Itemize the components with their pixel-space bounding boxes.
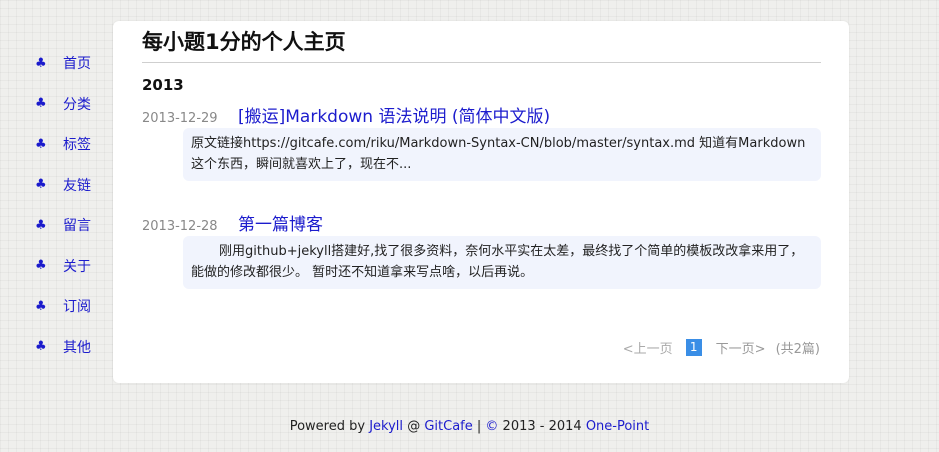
sidebar-item-label[interactable]: 关于 — [63, 256, 91, 276]
pager-next-link[interactable]: 下一页> — [716, 338, 766, 357]
club-icon: ♣ — [35, 96, 47, 112]
post-date: 2013-12-28 — [142, 219, 218, 234]
sidebar-item-home[interactable]: ♣ 首页 — [34, 43, 114, 84]
club-icon: ♣ — [35, 339, 47, 355]
post-excerpt: 原文链接https://gitcafe.com/riku/Markdown-Sy… — [183, 128, 821, 181]
footer-at: @ — [407, 419, 421, 434]
footer-separator: | — [476, 419, 482, 434]
pager-current-page[interactable]: 1 — [685, 339, 702, 356]
year-heading: 2013 — [142, 76, 184, 94]
club-icon: ♣ — [35, 177, 47, 193]
post-title-link[interactable]: 第一篇博客 — [238, 210, 323, 235]
footer: Powered by Jekyll @ GitCafe | © 2013 - 2… — [0, 419, 939, 434]
sidebar-item-label[interactable]: 首页 — [63, 53, 91, 73]
sidebar-item-label[interactable]: 友链 — [63, 175, 91, 195]
footer-jekyll-link[interactable]: Jekyll — [369, 419, 403, 434]
sidebar-item-tags[interactable]: ♣ 标签 — [34, 124, 114, 165]
post-header: 2013-12-29 [搬运]Markdown 语法说明 (简体中文版) — [142, 102, 821, 127]
footer-years: 2013 - 2014 — [502, 419, 582, 434]
club-icon: ♣ — [35, 217, 47, 233]
sidebar-item-subscribe[interactable]: ♣ 订阅 — [34, 286, 114, 327]
club-icon: ♣ — [35, 258, 47, 274]
footer-gitcafe-link[interactable]: GitCafe — [424, 419, 472, 434]
post-title-link[interactable]: [搬运]Markdown 语法说明 (简体中文版) — [238, 102, 550, 127]
footer-copyright-link[interactable]: © — [485, 419, 498, 434]
post-item: 2013-12-28 第一篇博客 刚用github+jekyll搭建好,找了很多… — [142, 210, 821, 289]
footer-powered-by: Powered by — [289, 419, 366, 434]
sidebar-item-label[interactable]: 标签 — [63, 134, 91, 154]
sidebar-item-label[interactable]: 订阅 — [63, 296, 91, 316]
sidebar-item-label[interactable]: 留言 — [63, 215, 91, 235]
main-panel: 每小题1分的个人主页 2013 2013-12-29 [搬运]Markdown … — [113, 21, 849, 383]
sidebar-item-label[interactable]: 其他 — [63, 337, 91, 357]
page-title: 每小题1分的个人主页 — [142, 29, 821, 63]
sidebar-item-guestbook[interactable]: ♣ 留言 — [34, 205, 114, 246]
club-icon: ♣ — [35, 298, 47, 314]
pagination: <上一页 1 下一页> (共2篇) — [623, 338, 820, 357]
sidebar-item-categories[interactable]: ♣ 分类 — [34, 84, 114, 125]
club-icon: ♣ — [35, 55, 47, 71]
sidebar-item-label[interactable]: 分类 — [63, 94, 91, 114]
pager-total-count: (共2篇) — [775, 342, 820, 357]
sidebar-item-links[interactable]: ♣ 友链 — [34, 165, 114, 206]
post-item: 2013-12-29 [搬运]Markdown 语法说明 (简体中文版) 原文链… — [142, 102, 821, 181]
post-date: 2013-12-29 — [142, 111, 218, 126]
post-excerpt-text: 刚用github+jekyll搭建好,找了很多资料，奈何水平实在太差，最终找了个… — [191, 244, 804, 280]
club-icon: ♣ — [35, 136, 47, 152]
sidebar-item-about[interactable]: ♣ 关于 — [34, 246, 114, 287]
pager-prev-link[interactable]: <上一页 — [623, 338, 673, 357]
post-header: 2013-12-28 第一篇博客 — [142, 210, 821, 235]
sidebar-nav: ♣ 首页 ♣ 分类 ♣ 标签 ♣ 友链 ♣ 留言 ♣ 关于 ♣ 订阅 ♣ 其他 — [34, 43, 114, 367]
footer-theme-link[interactable]: One-Point — [586, 419, 649, 434]
sidebar-item-other[interactable]: ♣ 其他 — [34, 327, 114, 368]
post-excerpt: 刚用github+jekyll搭建好,找了很多资料，奈何水平实在太差，最终找了个… — [183, 236, 821, 289]
